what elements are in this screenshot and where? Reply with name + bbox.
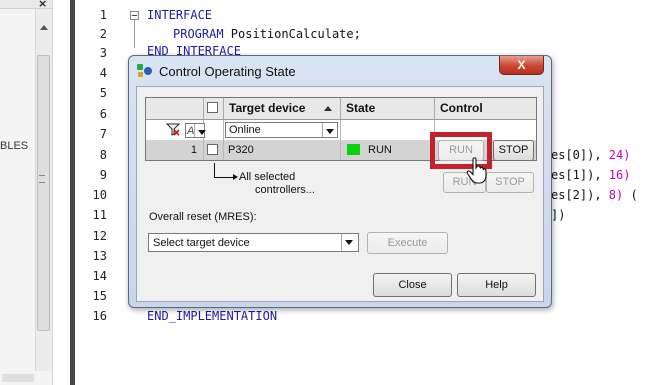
dialog-title: Control Operating State bbox=[159, 64, 296, 79]
vertical-scrollbar[interactable] bbox=[35, 9, 52, 371]
execute-button[interactable]: Execute bbox=[367, 232, 448, 254]
tree-item-fragment[interactable]: BLES bbox=[0, 140, 28, 152]
filter-icon-cell: A bbox=[146, 120, 206, 140]
line-number: 3 bbox=[99, 46, 107, 60]
code-line-9: es[1]), 16) bbox=[551, 168, 630, 182]
online-status-indicator bbox=[347, 144, 360, 155]
code-fragment: ( bbox=[623, 188, 638, 202]
column-header-state[interactable]: State bbox=[341, 98, 435, 119]
select-all-checkbox[interactable] bbox=[207, 102, 218, 113]
state-filter-cell bbox=[341, 120, 435, 140]
row-state-cell: RUN bbox=[341, 140, 435, 160]
code-line-11: ]) bbox=[551, 208, 566, 222]
close-button[interactable]: Close bbox=[373, 273, 452, 297]
fold-guide-line bbox=[134, 20, 135, 48]
pane-header: × bbox=[0, 0, 52, 10]
row-checkbox-cell bbox=[204, 140, 224, 160]
control-operating-state-dialog: Control Operating State X Target device … bbox=[128, 55, 552, 308]
row-index: 1 bbox=[146, 140, 204, 160]
header-checkbox-cell bbox=[204, 98, 224, 119]
line-number: 2 bbox=[99, 27, 107, 41]
code-keyword: PROGRAM bbox=[173, 27, 224, 41]
table-header: Target device State Control bbox=[146, 98, 536, 120]
code-number: 8) bbox=[608, 188, 624, 202]
header-index-cell bbox=[146, 98, 204, 119]
line-number: 13 bbox=[92, 249, 107, 263]
line-number: 5 bbox=[99, 86, 107, 100]
dropdown-arrow-icon bbox=[194, 124, 206, 137]
code-line-2: PROGRAM PositionCalculate; bbox=[173, 27, 361, 41]
target-filter-cell: Online bbox=[224, 120, 341, 140]
all-selected-label: All selected bbox=[239, 171, 296, 183]
row-state-text: RUN bbox=[368, 144, 392, 156]
row-device-name: P320 bbox=[224, 140, 341, 160]
line-number: 10 bbox=[92, 188, 107, 202]
code-fragment: es[2]), bbox=[551, 188, 609, 202]
code-fragment: es[1]), bbox=[551, 168, 609, 182]
row-select-checkbox[interactable] bbox=[207, 144, 218, 155]
line-number: 11 bbox=[92, 208, 107, 222]
line-number: 7 bbox=[99, 127, 107, 141]
pane-bottom-tab bbox=[2, 374, 34, 382]
column-header-target-device[interactable]: Target device bbox=[224, 98, 341, 119]
control-state-app-icon bbox=[137, 64, 153, 78]
dialog-titlebar[interactable]: Control Operating State X bbox=[129, 56, 551, 86]
line-number: 6 bbox=[99, 107, 107, 121]
column-header-control[interactable]: Control bbox=[435, 98, 536, 119]
line-number: 9 bbox=[99, 168, 107, 182]
stop-all-button[interactable]: STOP bbox=[486, 172, 534, 193]
code-identifier: PositionCalculate; bbox=[223, 27, 361, 41]
target-device-select[interactable]: Select target device bbox=[148, 233, 359, 252]
code-line-16: END_IMPLEMENTATION bbox=[147, 309, 278, 323]
filter-operator-select[interactable]: A bbox=[185, 123, 206, 138]
hand-pointer-cursor-icon bbox=[466, 157, 487, 184]
filter-blank-cell bbox=[204, 120, 224, 140]
connector-line bbox=[214, 177, 234, 178]
target-filter-select[interactable]: Online bbox=[225, 122, 338, 138]
dialog-client-area: Target device State Control A Online 1 P… bbox=[136, 86, 544, 302]
all-selected-label-2: controllers... bbox=[255, 184, 315, 196]
code-number: 24) bbox=[608, 148, 631, 162]
code-line-1: INTERFACE bbox=[147, 8, 213, 22]
scrollbar-grip-icon bbox=[39, 175, 45, 183]
overall-reset-label: Overall reset (MRES): bbox=[149, 211, 257, 223]
code-number: 16) bbox=[608, 168, 631, 182]
scrollbar-thumb[interactable] bbox=[37, 55, 50, 331]
line-number: 8 bbox=[99, 148, 107, 162]
column-header-label: Target device bbox=[229, 101, 306, 115]
code-line-10: es[2]), 8) ( bbox=[551, 188, 638, 202]
sort-ascending-icon bbox=[324, 106, 332, 111]
clear-filter-icon[interactable] bbox=[166, 123, 180, 136]
line-number: 14 bbox=[92, 269, 107, 283]
dropdown-arrow-icon bbox=[322, 123, 337, 137]
line-number-gutter: 1 2 3 4 5 6 7 8 9 10 11 12 13 14 15 16 bbox=[75, 0, 119, 385]
dialog-close-button[interactable]: X bbox=[499, 56, 544, 75]
connector-line bbox=[214, 163, 215, 177]
stop-button[interactable]: STOP bbox=[493, 140, 534, 161]
line-number: 15 bbox=[92, 289, 107, 303]
arrow-right-icon bbox=[233, 174, 238, 180]
line-number: 1 bbox=[99, 8, 107, 22]
target-device-select-value: Select target device bbox=[153, 237, 250, 249]
line-number: 12 bbox=[92, 229, 107, 243]
project-tree-pane: × BLES bbox=[0, 0, 53, 385]
code-fragment: es[0]), bbox=[551, 148, 609, 162]
line-number: 4 bbox=[99, 66, 107, 80]
help-button[interactable]: Help bbox=[457, 273, 536, 297]
line-number: 16 bbox=[92, 309, 107, 323]
code-line-8: es[0]), 24) bbox=[551, 148, 630, 162]
fold-collapse-icon[interactable] bbox=[130, 11, 139, 20]
dropdown-arrow-icon bbox=[341, 234, 358, 251]
target-filter-value: Online bbox=[229, 124, 261, 136]
scroll-up-arrow-icon[interactable] bbox=[40, 25, 48, 30]
